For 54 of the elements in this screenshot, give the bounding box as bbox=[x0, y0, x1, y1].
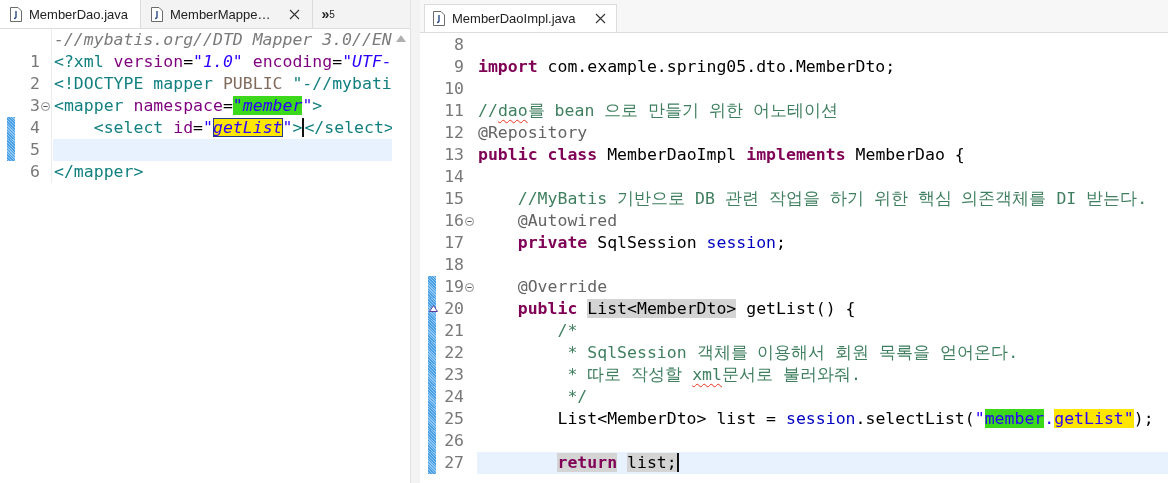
code-line: /* bbox=[556, 320, 579, 342]
editor-tab[interactable]: MemberDao.java bbox=[0, 0, 141, 28]
line-number: 3 bbox=[29, 95, 40, 117]
line-number: 13 bbox=[443, 144, 464, 166]
collapse-icon[interactable] bbox=[464, 216, 474, 226]
code-line: private SqlSession session; bbox=[516, 232, 787, 254]
file-icon bbox=[10, 6, 22, 22]
code-line: @Autowired bbox=[516, 210, 619, 232]
code-line: //dao를 bean 으로 만들기 위한 어노테이션 bbox=[477, 100, 840, 122]
line-number: 18 bbox=[443, 254, 464, 276]
line-number: 19 bbox=[443, 276, 464, 298]
code-line: //MyBatis 기반으로 DB 관련 작업을 하기 위한 핵심 의존객체를 DI 받는다. bbox=[516, 188, 1149, 210]
code-line: * SqlSession 객체를 이용해서 회원 목록을 얻어온다. bbox=[566, 342, 1020, 364]
line-number: 23 bbox=[443, 364, 464, 386]
line-number: 6 bbox=[29, 161, 40, 183]
code-line: public class MemberDaoImpl implements MemberDao { bbox=[477, 144, 966, 166]
code-line: @Repository bbox=[477, 122, 589, 144]
code-line: * 따로 작성할 xml문서로 불러와줘. bbox=[566, 364, 862, 386]
line-number: 17 bbox=[443, 232, 464, 254]
line-number: 20 bbox=[443, 298, 464, 320]
file-icon bbox=[433, 11, 445, 26]
line-number: 27 bbox=[443, 452, 464, 474]
line-number: 14 bbox=[443, 166, 464, 188]
code-line: import com.example.spring05.dto.MemberDto; bbox=[477, 56, 897, 78]
editor-tab[interactable]: MemberDaoImpl.java bbox=[424, 4, 617, 32]
code-line: </mapper> bbox=[53, 161, 145, 183]
line-number: 22 bbox=[443, 342, 464, 364]
line-number: 1 bbox=[29, 51, 40, 73]
line-number: 26 bbox=[443, 430, 464, 452]
code-line: public List<MemberDto> getList() { bbox=[516, 298, 857, 320]
line-number: 21 bbox=[443, 320, 464, 342]
code-line: <?xml version="1.0" encoding="UTF- bbox=[53, 51, 392, 73]
line-number: 12 bbox=[443, 122, 464, 144]
collapse-icon[interactable] bbox=[41, 101, 50, 111]
line-number: 16 bbox=[443, 210, 464, 232]
line-number: 11 bbox=[443, 100, 464, 122]
line-number: 4 bbox=[29, 117, 40, 139]
line-number: 8 bbox=[453, 34, 464, 56]
code-line: */ bbox=[566, 386, 589, 408]
file-icon bbox=[151, 6, 163, 22]
code-line: @Override bbox=[516, 276, 609, 298]
line-number: 2 bbox=[29, 73, 40, 95]
line-number: 9 bbox=[453, 56, 464, 78]
collapse-icon[interactable] bbox=[464, 282, 474, 292]
line-number: 15 bbox=[443, 188, 464, 210]
code-line: <!DOCTYPE mapper PUBLIC "-//mybati bbox=[53, 73, 392, 95]
close-icon[interactable] bbox=[289, 8, 301, 20]
code-line: -//mybatis.org//DTD Mapper 3.0//EN bbox=[53, 29, 392, 51]
code-line: List<MemberDto> list = session.selectList("member.getList"); bbox=[556, 408, 1155, 430]
line-number: 5 bbox=[29, 139, 40, 161]
line-number: 24 bbox=[443, 386, 464, 408]
line-number: 25 bbox=[443, 408, 464, 430]
close-icon[interactable] bbox=[594, 13, 606, 24]
line-number: 10 bbox=[443, 78, 464, 100]
